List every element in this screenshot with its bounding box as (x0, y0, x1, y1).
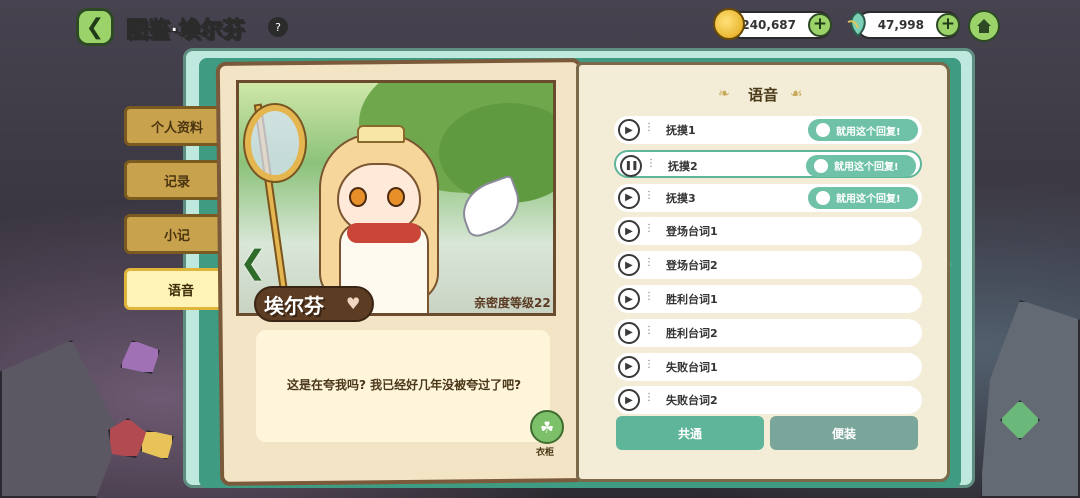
character-crown (357, 125, 405, 143)
voice-item[interactable]: ▶ ⋮ 抚摸1 就用这个回复! (614, 116, 922, 144)
tab-profile-label: 个人资料 (150, 120, 203, 136)
voice-item[interactable]: ▶ ⋮ 登场台词1 (614, 217, 922, 246)
drag-dots-icon: ⋮ (644, 392, 654, 404)
home-button[interactable] (968, 10, 1000, 42)
tab-profile[interactable]: 个人资料 (124, 106, 230, 146)
character-portrait[interactable] (236, 80, 556, 316)
character-cape (347, 223, 421, 243)
play-icon[interactable]: ▶ (618, 355, 640, 378)
voice-item[interactable]: ▶ ⋮ 胜利台词1 (614, 285, 922, 313)
tab-records[interactable]: 记录 (124, 160, 230, 200)
play-icon[interactable]: ▶ (618, 186, 640, 209)
play-icon[interactable]: ▶ (618, 220, 640, 243)
play-icon[interactable]: ▶ (618, 321, 640, 344)
drag-dots-icon: ⋮ (644, 122, 654, 133)
leaf-amount: 47,998 (877, 18, 924, 32)
voice-item[interactable]: ▶ ⋮ 登场台词2 (614, 251, 922, 280)
play-icon[interactable]: ▶ (618, 389, 640, 412)
play-icon[interactable]: ▶ (618, 119, 640, 141)
drag-dots-icon: ⋮ (644, 223, 654, 235)
use-reply-toggle[interactable]: 就用这个回复! (808, 186, 918, 209)
gold-amount: 240,687 (741, 18, 796, 32)
voice-item-label: 抚摸2 (668, 159, 698, 173)
character-name: 埃尔芬 (264, 294, 324, 318)
wardrobe-button[interactable]: ☘ (530, 410, 564, 444)
voice-item-label: 胜利台词1 (666, 293, 718, 306)
voice-item-label: 登场台词2 (666, 259, 718, 273)
add-gold-button[interactable]: + (808, 13, 832, 37)
voice-item[interactable]: ▶ ⋮ 胜利台词2 (614, 318, 922, 347)
add-leaf-button[interactable]: + (936, 13, 960, 37)
voice-item[interactable]: ▶ ⋮ 失败台词1 (614, 352, 922, 381)
character-quote: 这是在夸我吗? 我已经好几年没被夸过了吧? (286, 378, 522, 392)
voice-item[interactable]: ▶ ⋮ 抚摸3 就用这个回复! (614, 183, 922, 212)
wardrobe-label: 衣柜 (536, 448, 555, 458)
tab-notes-label: 小记 (163, 228, 190, 244)
prev-character-button[interactable]: ❮ (239, 243, 267, 281)
use-reply-label: 就用这个回复! (836, 126, 901, 138)
tab-notes[interactable]: 小记 (124, 214, 230, 254)
chevron-left-icon: ❮ (239, 243, 267, 281)
voice-item-label: 登场台词1 (666, 225, 718, 239)
chevron-left-icon: ❮ (85, 14, 105, 40)
voice-item-label: 失败台词2 (666, 394, 718, 408)
voice-item-label: 胜利台词2 (666, 326, 718, 340)
voice-item-label: 抚摸3 (666, 191, 696, 205)
voice-item[interactable]: ▶ ⋮ 失败台词2 (614, 386, 922, 415)
play-icon[interactable]: ▶ (618, 254, 640, 277)
tab-records-label: 记录 (163, 174, 190, 190)
drag-dots-icon: ⋮ (644, 358, 654, 370)
character-eye-left (349, 187, 367, 207)
use-reply-label: 就用这个回复! (836, 194, 901, 206)
tab-voice-label: 语音 (167, 283, 194, 299)
voice-item-label: 失败台词1 (666, 360, 718, 374)
character-eye-right (387, 187, 405, 207)
clover-icon: ☘ (539, 417, 555, 437)
leaf-crystal-icon (847, 10, 866, 38)
heart-icon: ♥ (346, 294, 361, 313)
drag-dots-icon: ⋮ (644, 291, 654, 302)
pause-icon[interactable]: ❚❚ (620, 154, 642, 177)
drag-dots-icon: ⋮ (644, 257, 654, 269)
page-title: 图鉴·埃尔芬 (125, 18, 245, 44)
tab-casual-label: 便装 (831, 426, 856, 441)
toggle-knob (816, 190, 830, 205)
drag-dots-icon: ⋮ (644, 189, 654, 201)
book-icon[interactable]: ? (268, 17, 288, 37)
tab-common[interactable]: 共通 (616, 416, 764, 450)
tab-casual[interactable]: 便装 (770, 416, 918, 450)
voice-item-label: 抚摸1 (666, 124, 696, 137)
gold-coin-icon (713, 8, 745, 40)
use-reply-toggle[interactable]: 就用这个回复! (808, 119, 918, 141)
tab-common-label: 共通 (677, 426, 702, 441)
laurel-right-icon: ☙ (790, 86, 803, 102)
affinity-level: 亲密度等级22 (474, 296, 551, 310)
drag-dots-icon: ⋮ (644, 324, 654, 336)
voice-item[interactable]: ❚❚ ⋮ 抚摸2 就用这个回复! (614, 149, 922, 178)
back-button[interactable]: ❮ (76, 8, 114, 46)
use-reply-label: 就用这个回复! (834, 162, 899, 174)
home-icon (977, 19, 991, 33)
play-icon[interactable]: ▶ (618, 288, 640, 310)
drag-dots-icon: ⋮ (646, 157, 656, 169)
use-reply-toggle[interactable]: 就用这个回复! (806, 154, 916, 177)
toggle-knob (814, 158, 828, 173)
staff-orb (243, 103, 307, 183)
toggle-knob (816, 123, 830, 137)
